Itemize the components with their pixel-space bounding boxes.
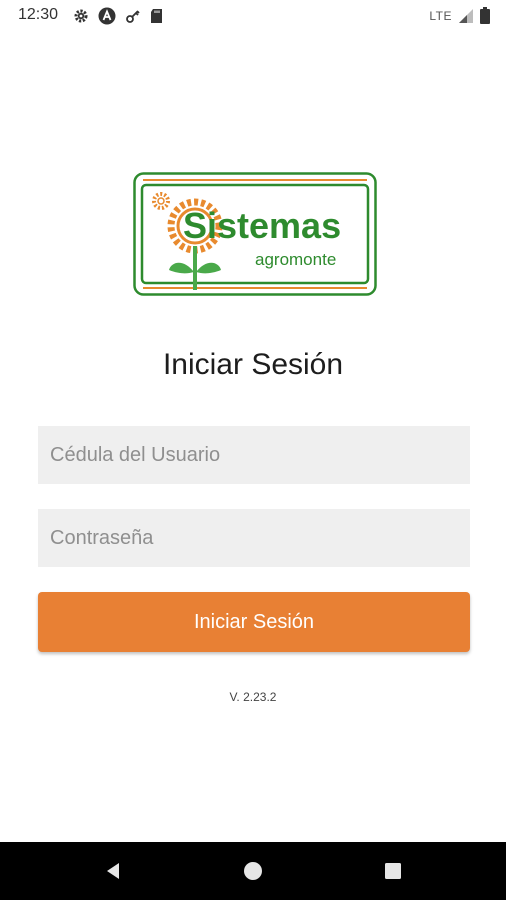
company-logo: Sistemas agromonte <box>133 172 377 296</box>
user-id-input[interactable] <box>38 426 470 484</box>
logo-subtitle: agromonte <box>255 250 336 269</box>
status-time: 12:30 <box>18 6 59 23</box>
back-icon <box>107 863 119 879</box>
password-input[interactable] <box>38 509 470 567</box>
logo-title: Sistemas <box>183 205 341 246</box>
battery-icon <box>480 7 490 24</box>
status-bar: 12:30 LTE <box>0 0 506 32</box>
back-button[interactable] <box>83 842 143 900</box>
settings-icon <box>74 9 88 23</box>
sd-card-icon <box>151 9 162 23</box>
status-icons-left <box>73 7 163 25</box>
key-icon <box>126 10 140 23</box>
recents-button[interactable] <box>363 842 423 900</box>
navigation-bar <box>0 842 506 900</box>
recents-icon <box>385 863 401 879</box>
login-button[interactable]: Iniciar Sesión <box>38 592 470 652</box>
app-version: V. 2.23.2 <box>229 690 277 704</box>
home-icon <box>244 862 262 880</box>
signal-icon <box>459 8 473 23</box>
a-circle-icon <box>98 7 116 25</box>
home-button[interactable] <box>223 842 283 900</box>
status-icons-right: LTE <box>429 7 490 24</box>
page-title: Iniciar Sesión <box>162 348 344 381</box>
network-label: LTE <box>429 8 452 23</box>
